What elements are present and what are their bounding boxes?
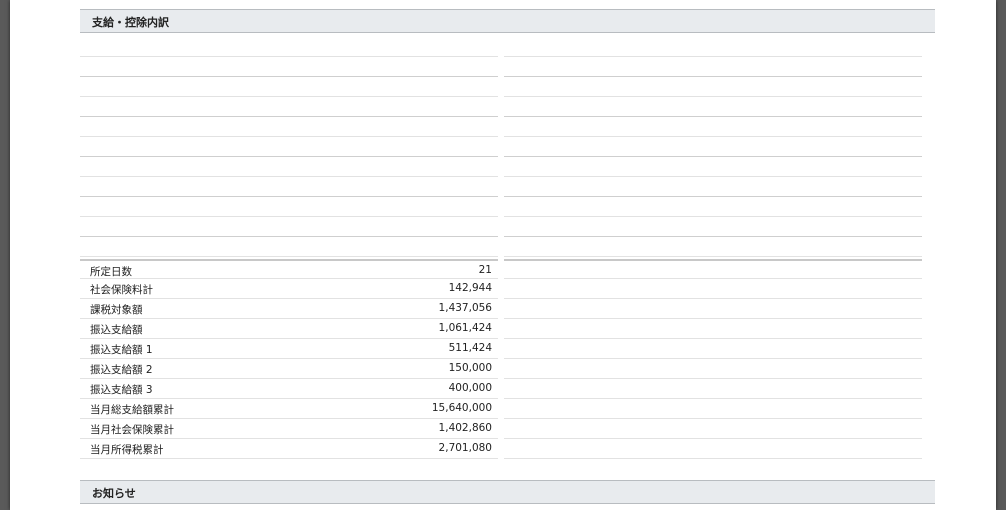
empty-row — [80, 137, 498, 157]
empty-row — [504, 359, 922, 379]
empty-row — [80, 57, 498, 77]
summary-value: 142,944 — [448, 282, 492, 294]
summary-value: 150,000 — [448, 362, 492, 374]
summary-label: 当月総支給額累計 — [90, 404, 174, 416]
summary-label: 社会保険料計 — [90, 284, 153, 296]
empty-row — [80, 157, 498, 177]
empty-row — [80, 37, 498, 57]
empty-row — [504, 259, 922, 279]
summary-label: 所定日数 — [90, 266, 132, 278]
empty-row — [504, 117, 922, 137]
empty-row — [504, 77, 922, 97]
payslip-page: 支給・控除内訳 所定日数 21 社会保険料計 142,944 課税対象額 1,4… — [10, 0, 996, 510]
summary-value: 2,701,080 — [438, 442, 492, 454]
summary-row: 振込支給額 3 400,000 — [80, 379, 498, 399]
summary-row: 所定日数 21 — [80, 259, 498, 279]
summary-row: 当月総支給額累計 15,640,000 — [80, 399, 498, 419]
summary-row: 振込支給額 2 150,000 — [80, 359, 498, 379]
empty-row — [80, 197, 498, 217]
summary-label: 振込支給額 1 — [90, 344, 153, 356]
empty-row — [504, 37, 922, 57]
empty-row — [504, 197, 922, 217]
summary-row: 当月所得税累計 2,701,080 — [80, 439, 498, 459]
empty-row — [504, 237, 922, 257]
summary-row: 振込支給額 1 511,424 — [80, 339, 498, 359]
notice-section-header: お知らせ — [80, 480, 935, 504]
summary-label: 振込支給額 2 — [90, 364, 153, 376]
breakdown-left-column: 所定日数 21 社会保険料計 142,944 課税対象額 1,437,056 振… — [80, 37, 498, 459]
empty-row — [504, 177, 922, 197]
summary-value: 1,061,424 — [438, 322, 492, 334]
summary-value: 400,000 — [448, 382, 492, 394]
empty-row — [504, 217, 922, 237]
empty-row — [504, 57, 922, 77]
summary-label: 当月所得税累計 — [90, 444, 164, 456]
empty-row — [80, 217, 498, 237]
empty-row — [504, 399, 922, 419]
breakdown-section-header: 支給・控除内訳 — [80, 9, 935, 33]
summary-label: 振込支給額 — [90, 324, 143, 336]
breakdown-right-column — [504, 37, 922, 459]
empty-row — [80, 117, 498, 137]
summary-value: 1,437,056 — [438, 302, 492, 314]
empty-row — [80, 77, 498, 97]
summary-value: 15,640,000 — [431, 402, 492, 414]
empty-row — [80, 97, 498, 117]
summary-value: 511,424 — [448, 342, 492, 354]
empty-row — [504, 137, 922, 157]
summary-row: 社会保険料計 142,944 — [80, 279, 498, 299]
summary-row: 課税対象額 1,437,056 — [80, 299, 498, 319]
empty-row — [504, 419, 922, 439]
empty-row — [80, 177, 498, 197]
summary-value: 21 — [478, 264, 492, 276]
empty-row — [504, 379, 922, 399]
notice-section-title: お知らせ — [92, 487, 136, 500]
summary-row: 当月社会保険累計 1,402,860 — [80, 419, 498, 439]
empty-row — [504, 157, 922, 177]
empty-row — [504, 279, 922, 299]
empty-row — [504, 319, 922, 339]
summary-label: 当月社会保険累計 — [90, 424, 174, 436]
summary-value: 1,402,860 — [438, 422, 492, 434]
empty-row — [504, 339, 922, 359]
empty-row — [504, 439, 922, 459]
summary-label: 振込支給額 3 — [90, 384, 153, 396]
empty-row — [504, 299, 922, 319]
empty-row — [504, 97, 922, 117]
empty-row — [80, 237, 498, 257]
breakdown-section-title: 支給・控除内訳 — [92, 16, 169, 29]
summary-label: 課税対象額 — [90, 304, 143, 316]
summary-row: 振込支給額 1,061,424 — [80, 319, 498, 339]
